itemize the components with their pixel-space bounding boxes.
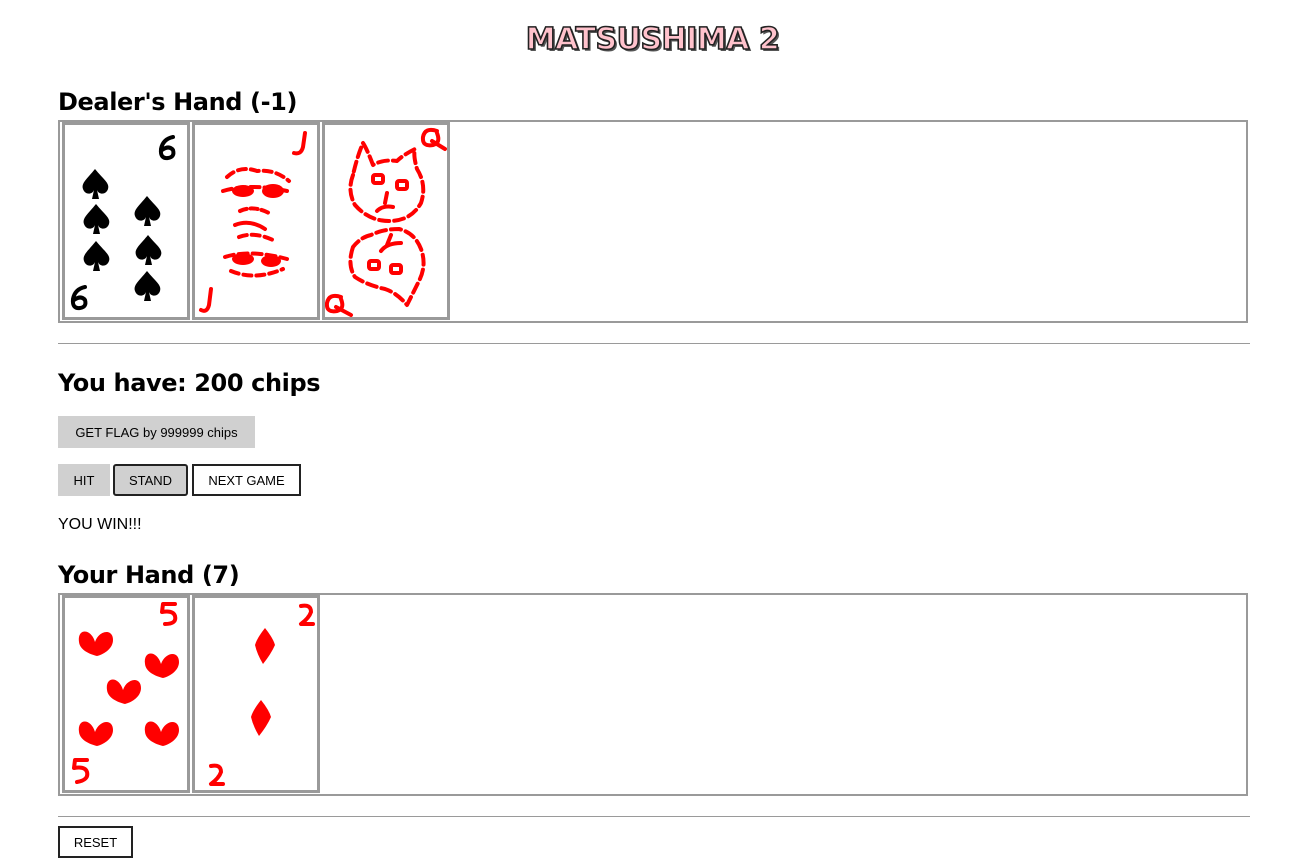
reset-button[interactable]: RESET	[58, 826, 133, 858]
hit-button[interactable]: HIT	[58, 464, 110, 496]
dealer-card-jack	[192, 122, 320, 320]
dealer-hand-area	[58, 120, 1248, 323]
player-hand-area	[58, 593, 1248, 796]
stand-button[interactable]: STAND	[113, 464, 188, 496]
jack-face-icon	[199, 131, 307, 313]
five-of-hearts-icon	[72, 602, 179, 784]
dealer-card-6-spades	[62, 122, 190, 320]
dealer-card-queen	[322, 122, 450, 320]
divider	[58, 343, 1250, 344]
player-hand-heading: Your Hand (7)	[58, 561, 240, 589]
player-card-2-diamonds	[192, 595, 320, 793]
player-card-5-hearts	[62, 595, 190, 793]
divider	[58, 816, 1250, 817]
game-status: YOU WIN!!!	[58, 516, 142, 533]
dealer-hand-heading: Dealer's Hand (-1)	[58, 88, 298, 116]
queen-face-icon	[325, 127, 447, 317]
next-game-button[interactable]: NEXT GAME	[192, 464, 301, 496]
chips-count: You have: 200 chips	[58, 369, 321, 397]
six-of-spades-icon	[70, 135, 176, 311]
page-title: MATSUSHIMA 2	[525, 21, 781, 58]
two-of-diamonds-icon	[209, 603, 315, 786]
get-flag-button[interactable]: GET FLAG by 999999 chips	[58, 416, 255, 448]
